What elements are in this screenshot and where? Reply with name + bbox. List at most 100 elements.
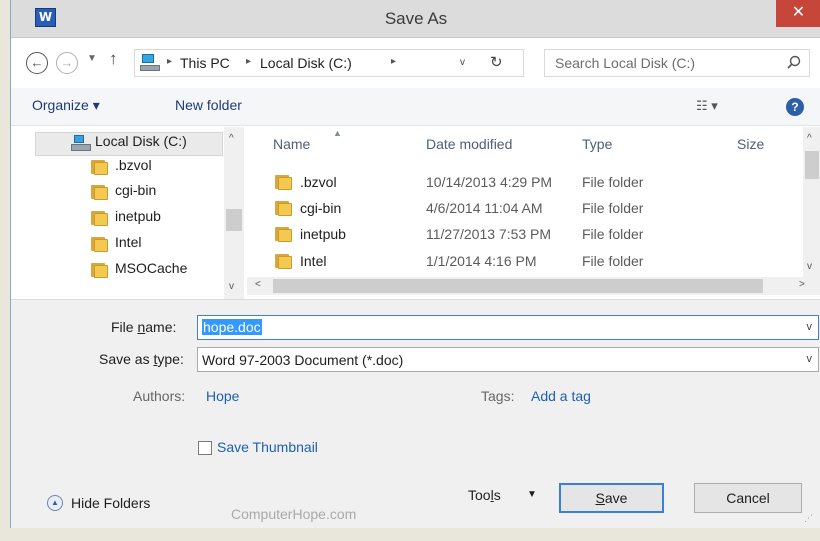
breadcrumb-separator-icon[interactable]: ▸ [391,56,396,67]
scroll-down-icon[interactable]: v [807,261,812,272]
tags-field[interactable]: Add a tag [531,388,591,404]
save-thumbnail-label[interactable]: Save Thumbnail [217,439,318,455]
folder-icon [91,236,109,252]
breadcrumb-local-disk[interactable]: Local Disk (C:) [260,55,352,71]
file-name: Intel [300,253,327,269]
recent-locations-chevron-icon[interactable]: ▼ [87,53,97,64]
scroll-down-icon[interactable]: v [229,281,234,292]
nav-item-label: MSOCache [115,260,188,276]
navigation-bar: ← → ▼ ↑ ▸ This PC ▸ Local Disk (C:) ▸ v … [11,38,820,88]
search-input[interactable]: Search Local Disk (C:) [555,55,695,71]
scroll-up-icon[interactable]: ^ [229,133,234,144]
file-name-dropdown-chevron-icon[interactable]: v [807,321,813,333]
organize-menu-button[interactable]: Organize ▾ [32,97,100,114]
tools-menu-button[interactable]: Tools [468,487,501,503]
nav-item-label: cgi-bin [115,182,157,198]
file-date: 10/14/2013 4:29 PM [426,174,553,190]
scroll-right-icon[interactable]: > [799,279,805,290]
refresh-icon[interactable]: ↻ [490,53,503,71]
file-name: .bzvol [300,174,337,190]
file-date: 11/27/2013 7:53 PM [426,226,552,242]
new-folder-button[interactable]: New folder [175,97,242,113]
file-type: File folder [582,253,644,269]
nav-pane-scrollbar[interactable]: ^ v [224,127,244,299]
close-button[interactable]: ✕ [776,0,820,27]
desktop-background [0,528,820,541]
change-view-icon[interactable]: ☷ ▾ [696,98,718,114]
breadcrumb-this-pc[interactable]: This PC [180,55,230,71]
resize-grip-icon[interactable]: ⋰ [804,513,813,524]
authors-field[interactable]: Hope [206,388,239,404]
column-header-label: Name [273,136,311,152]
file-date: 4/6/2014 11:04 AM [426,200,543,216]
scroll-left-icon[interactable]: < [255,279,261,290]
command-toolbar: Organize ▾ New folder ☷ ▾ ? [11,88,820,126]
title-bar: W Save As ✕ [11,0,820,38]
breadcrumb-separator-icon[interactable]: ▸ [167,56,172,67]
authors-label: Authors: [133,388,186,404]
forward-button[interactable]: → [56,52,78,74]
file-name: cgi-bin [300,200,342,216]
breadcrumb-separator-icon[interactable]: ▸ [246,56,251,67]
file-type: File folder [582,200,644,216]
table-row[interactable]: inetpub 11/27/2013 7:53 PM File folder [247,223,807,247]
file-list-horizontal-scrollbar[interactable]: < > [247,277,820,295]
file-date: 1/1/2014 4:16 PM [426,253,537,269]
file-type: File folder [582,226,644,242]
file-type: File folder [582,174,644,190]
save-as-type-chevron-icon[interactable]: v [807,353,813,365]
watermark-text: ComputerHope.com [231,506,357,522]
hide-folders-icon[interactable]: ▲ [47,495,63,511]
column-header-name[interactable]: Name [273,136,310,152]
tags-label: Tags: [481,388,515,404]
back-button[interactable]: ← [26,52,48,74]
file-name-field[interactable]: hope.doc v [197,315,819,340]
search-box[interactable]: Search Local Disk (C:) [544,49,810,77]
column-header-size[interactable]: Size [737,136,764,152]
nav-item-label: inetpub [115,208,161,224]
file-name: inetpub [300,226,346,242]
save-button[interactable]: Save [559,483,664,513]
navigation-pane: Local Disk (C:) .bzvol cgi-bin inetpub I… [11,127,246,299]
file-list-vertical-scrollbar[interactable]: ^ v [803,127,820,277]
save-as-type-select[interactable]: Word 97-2003 Document (*.doc) v [197,347,819,372]
tools-chevron-down-icon[interactable]: ▼ [527,489,537,500]
address-bar[interactable]: ▸ This PC ▸ Local Disk (C:) ▸ v ↻ [134,49,524,77]
folder-icon [275,253,293,269]
nav-item-label: .bzvol [115,157,152,173]
folder-icon [275,200,293,216]
save-thumbnail-checkbox[interactable] [198,441,212,455]
folder-icon [91,210,109,226]
desktop-background [0,0,10,541]
save-as-dialog: W Save As ✕ ← → ▼ ↑ ▸ This PC ▸ Local Di… [10,0,820,529]
up-folder-button[interactable]: ↑ [109,49,118,69]
scrollbar-thumb[interactable] [805,151,819,179]
dialog-title: Save As [384,9,448,28]
table-row[interactable]: .bzvol 10/14/2013 4:29 PM File folder [247,171,807,195]
folder-icon [275,174,293,190]
search-icon[interactable] [785,54,803,72]
table-row[interactable]: cgi-bin 4/6/2014 11:04 AM File folder [247,197,807,221]
this-pc-icon [140,54,160,72]
address-dropdown-chevron-icon[interactable]: v [460,57,465,68]
scrollbar-thumb[interactable] [226,209,242,231]
help-icon[interactable]: ? [786,98,804,116]
folder-icon [275,226,293,242]
save-as-type-label: Save as type: [99,351,184,367]
scrollbar-thumb[interactable] [273,279,763,293]
file-name-label: File name: [111,319,177,335]
folder-icon [91,184,109,200]
save-options-panel: File name: hope.doc v Save as type: Word… [11,299,820,529]
cancel-button[interactable]: Cancel [694,483,802,513]
nav-item-label: Local Disk (C:) [95,133,187,149]
folder-icon [91,159,109,175]
file-name-input[interactable]: hope.doc [202,319,262,335]
column-header-type[interactable]: Type [582,136,612,152]
folder-icon [91,262,109,278]
local-disk-icon [71,135,91,152]
table-row[interactable]: Intel 1/1/2014 4:16 PM File folder [247,250,807,274]
sort-ascending-icon: ▲ [333,128,342,138]
scroll-up-icon[interactable]: ^ [807,133,812,144]
column-header-date[interactable]: Date modified [426,136,512,152]
hide-folders-button[interactable]: Hide Folders [71,495,150,511]
